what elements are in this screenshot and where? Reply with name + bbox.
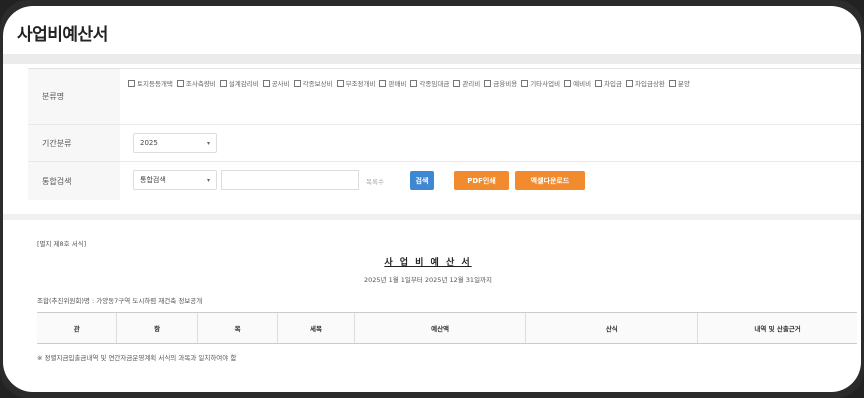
checkbox-label: 차입금상환 xyxy=(635,80,665,88)
checkbox[interactable] xyxy=(379,79,387,87)
column-header-gwan: 관 xyxy=(37,313,118,343)
checkbox-label: 공사비 xyxy=(271,80,290,88)
section-divider xyxy=(3,214,861,220)
category-checkbox-item[interactable]: 토지등등개택 xyxy=(128,78,173,88)
checkbox-label: 금융비용 xyxy=(493,80,518,88)
header-divider xyxy=(3,54,861,64)
checkbox-label: 조사측량비 xyxy=(185,80,216,88)
search-row: 통합검색 통합검색 ▾ 목록수 검색 PDF인쇄 엑셀다운로드 xyxy=(28,162,861,200)
checkbox-label: 차입금 xyxy=(604,80,623,88)
footnote: ※ 정렬지금입출금내역 및 연간자금운영계획 서식의 과목과 일치하여야 함 xyxy=(37,354,237,362)
search-input[interactable] xyxy=(221,170,359,190)
checkbox[interactable] xyxy=(626,79,634,87)
category-checkbox-item[interactable]: 조사측량비 xyxy=(176,78,216,88)
column-header-formula: 산식 xyxy=(526,313,699,343)
category-checkbox-group: 토지등등개택 조사측량비 설계감리비 공사비 각종보상비 부조정개비 판매비 각종임대금 관리비… xyxy=(128,78,828,88)
checkbox[interactable] xyxy=(293,79,301,87)
year-row: 기간분류 2025 ▾ xyxy=(28,125,861,162)
category-checkbox-item[interactable]: 분양 xyxy=(668,78,690,88)
form-number-label: [별지 제8호 서식] xyxy=(37,240,87,248)
column-header-details: 내역 및 산출근거 xyxy=(698,313,857,343)
checkbox-label: 기타사업비 xyxy=(530,80,561,88)
category-checkbox-item[interactable]: 공사비 xyxy=(262,78,290,88)
search-hint: 목록수 xyxy=(366,178,384,186)
category-label: 분류명 xyxy=(28,69,120,124)
checkbox-label: 관리비 xyxy=(462,80,481,88)
checkbox-label: 분양 xyxy=(677,80,690,88)
year-select-value: 2025 xyxy=(140,139,158,147)
pdf-print-button[interactable]: PDF인쇄 xyxy=(454,171,509,190)
checkbox-label: 예비비 xyxy=(573,80,592,88)
page-card: 사업비예산서 분류명 토지등등개택 조사측량비 설계감리비 공사비 각종보상비 부조정개비… xyxy=(3,6,861,392)
checkbox[interactable] xyxy=(336,79,344,87)
checkbox-label: 부조정개비 xyxy=(345,80,376,88)
column-header-budget: 예산액 xyxy=(354,313,527,343)
document-period: 2025년 1월 1일부터 2025년 12월 31일까지 xyxy=(363,276,493,284)
chevron-down-icon: ▾ xyxy=(206,139,210,147)
excel-download-button[interactable]: 엑셀다운로드 xyxy=(515,171,585,190)
category-checkbox-item[interactable]: 각종임대금 xyxy=(410,78,449,88)
document-title: 사 업 비 예 산 서 xyxy=(384,258,472,268)
category-checkbox-item[interactable]: 예비비 xyxy=(564,78,591,88)
checkbox[interactable] xyxy=(595,79,603,87)
checkbox[interactable] xyxy=(521,79,529,87)
column-header-mok: 목 xyxy=(197,313,279,343)
page-title: 사업비예산서 xyxy=(17,25,108,45)
category-row: 분류명 토지등등개택 조사측량비 설계감리비 공사비 각종보상비 부조정개비 판매비 각종임대… xyxy=(28,69,861,125)
checkbox[interactable] xyxy=(128,79,135,87)
checkbox[interactable] xyxy=(262,79,270,87)
category-checkbox-item[interactable]: 기타사업비 xyxy=(521,78,560,88)
search-type-select[interactable]: 통합검색 ▾ xyxy=(133,170,217,190)
year-label: 기간분류 xyxy=(28,125,120,161)
checkbox-label: 토지등등개택 xyxy=(137,80,173,88)
category-checkbox-item[interactable]: 부조정개비 xyxy=(336,78,376,88)
window-frame: 사업비예산서 분류명 토지등등개택 조사측량비 설계감리비 공사비 각종보상비 부조정개비… xyxy=(0,0,864,398)
document-organization: 조합(추진위원회)명 : 가양동7구역 도시하렴 재건축 정보공개 xyxy=(37,297,203,305)
search-type-value: 통합검색 xyxy=(140,176,166,184)
category-checkbox-item[interactable]: 판매비 xyxy=(379,78,406,88)
checkbox[interactable] xyxy=(564,79,572,87)
checkbox[interactable] xyxy=(219,79,227,87)
checkbox[interactable] xyxy=(176,79,184,87)
checkbox[interactable] xyxy=(410,79,418,87)
category-checkbox-item[interactable]: 금융비용 xyxy=(484,78,517,88)
search-button[interactable]: 검색 xyxy=(410,171,434,190)
column-header-semok: 세목 xyxy=(278,313,355,343)
category-checkbox-item[interactable]: 차입금상환 xyxy=(626,78,665,88)
chevron-down-icon: ▾ xyxy=(206,176,210,184)
search-label: 통합검색 xyxy=(28,162,120,200)
category-checkbox-item[interactable]: 설계감리비 xyxy=(219,78,259,88)
category-checkbox-item[interactable]: 차입금 xyxy=(595,78,622,88)
column-header-hang: 항 xyxy=(117,313,198,343)
checkbox-label: 판매비 xyxy=(388,80,407,88)
checkbox-label: 설계감리비 xyxy=(228,80,259,88)
checkbox-label: 각종임대금 xyxy=(419,80,450,88)
category-checkbox-item[interactable]: 각종보상비 xyxy=(293,78,333,88)
search-form: 분류명 토지등등개택 조사측량비 설계감리비 공사비 각종보상비 부조정개비 판매비 각종임대… xyxy=(28,68,861,215)
checkbox-label: 각종보상비 xyxy=(302,80,333,88)
category-checkbox-item[interactable]: 관리비 xyxy=(453,78,480,88)
budget-table-header: 관 항 목 세목 예산액 산식 내역 및 산출근거 xyxy=(37,312,857,344)
year-select[interactable]: 2025 ▾ xyxy=(133,133,217,153)
checkbox[interactable] xyxy=(453,79,461,87)
checkbox[interactable] xyxy=(484,79,492,87)
checkbox[interactable] xyxy=(668,79,676,87)
